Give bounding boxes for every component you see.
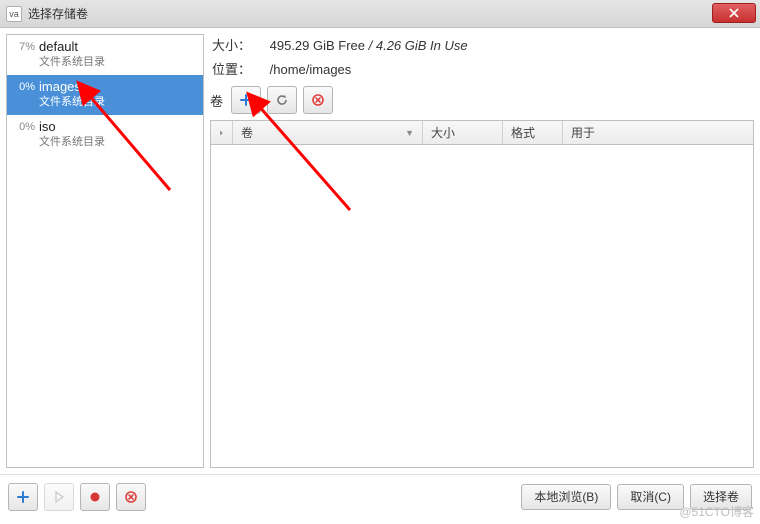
- column-vol-label: 卷: [241, 124, 253, 141]
- column-format-label: 格式: [511, 124, 535, 141]
- pool-name: images: [39, 79, 199, 95]
- title-bar: va 选择存储卷: [0, 0, 760, 28]
- column-format[interactable]: 格式: [503, 121, 563, 144]
- refresh-volumes-button[interactable]: [267, 86, 297, 114]
- volume-panel: 大小： 495.29 GiB Free / 4.26 GiB In Use 位置…: [210, 34, 754, 468]
- pool-type: 文件系统目录: [39, 95, 199, 109]
- play-icon: [52, 490, 66, 504]
- local-browse-button[interactable]: 本地浏览(B): [521, 484, 611, 510]
- close-button[interactable]: [712, 3, 756, 23]
- size-label: 大小：: [212, 36, 266, 56]
- pool-name: iso: [39, 119, 199, 135]
- delete-pool-button[interactable]: [116, 483, 146, 511]
- pool-size-row: 大小： 495.29 GiB Free / 4.26 GiB In Use: [210, 34, 754, 58]
- stop-pool-button[interactable]: [80, 483, 110, 511]
- close-icon: [729, 8, 739, 18]
- pool-type: 文件系统目录: [39, 135, 199, 149]
- pool-location-row: 位置： /home/images: [210, 58, 754, 82]
- volume-table-header: 卷 ▼ 大小 格式 用于: [211, 121, 753, 145]
- cancel-button[interactable]: 取消(C): [617, 484, 684, 510]
- volume-section-label: 卷: [210, 91, 223, 110]
- pool-item-default[interactable]: 7%default文件系统目录: [7, 35, 203, 75]
- pool-item-iso[interactable]: 0%iso文件系统目录: [7, 115, 203, 155]
- delete-volume-button[interactable]: [303, 86, 333, 114]
- refresh-icon: [275, 93, 289, 107]
- pool-item-images[interactable]: 0%images文件系统目录: [7, 75, 203, 115]
- add-pool-button[interactable]: [8, 483, 38, 511]
- column-vol[interactable]: 卷 ▼: [233, 121, 423, 144]
- column-used-for[interactable]: 用于: [563, 121, 753, 144]
- plus-icon: [16, 490, 30, 504]
- column-size-label: 大小: [431, 124, 455, 141]
- pool-name: default: [39, 39, 199, 55]
- chevron-right-icon: [219, 129, 224, 137]
- watermark: @51CTO博客: [679, 503, 754, 520]
- plus-icon: [239, 93, 253, 107]
- pool-usage-pct: 0%: [11, 119, 39, 133]
- footer-bar: 本地浏览(B) 取消(C) 选择卷: [0, 474, 760, 518]
- storage-pool-list[interactable]: 7%default文件系统目录0%images文件系统目录0%iso文件系统目录: [6, 34, 204, 468]
- column-size[interactable]: 大小: [423, 121, 503, 144]
- delete-icon: [124, 490, 138, 504]
- sort-indicator-icon: ▼: [405, 128, 414, 138]
- pool-usage-pct: 0%: [11, 79, 39, 93]
- delete-icon: [311, 93, 325, 107]
- column-used-for-label: 用于: [571, 124, 595, 141]
- start-pool-button: [44, 483, 74, 511]
- window-title: 选择存储卷: [28, 5, 88, 22]
- volume-table-body: [211, 145, 753, 467]
- pool-type: 文件系统目录: [39, 55, 199, 69]
- record-icon: [88, 490, 102, 504]
- app-icon: va: [6, 6, 22, 22]
- size-value: 495.29 GiB Free / 4.26 GiB In Use: [270, 38, 468, 53]
- location-value: /home/images: [270, 62, 352, 77]
- pool-usage-pct: 7%: [11, 39, 39, 53]
- column-expander[interactable]: [211, 121, 233, 144]
- add-volume-button[interactable]: [231, 86, 261, 114]
- location-label: 位置：: [212, 60, 266, 80]
